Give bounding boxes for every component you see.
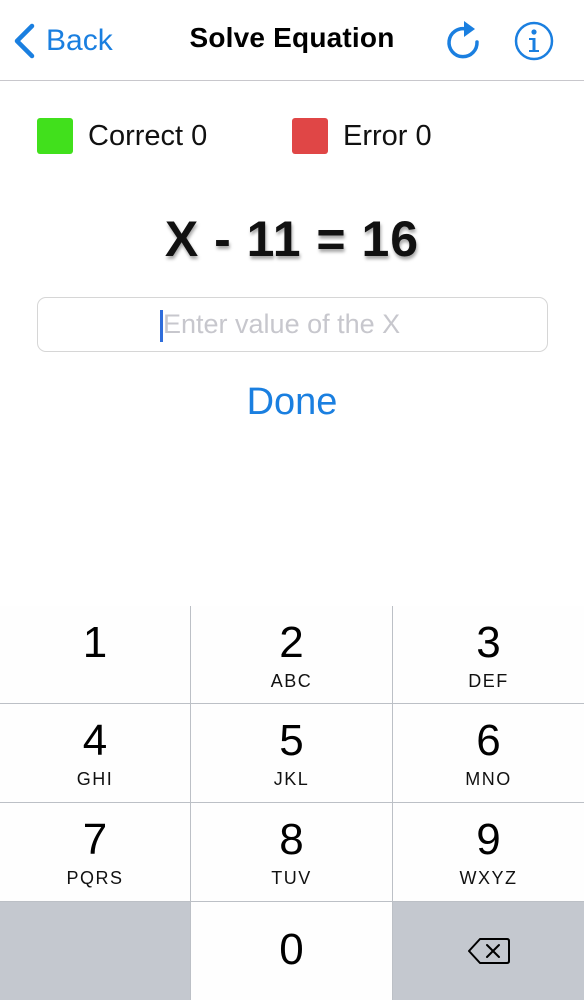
score-legend: Correct 0 Error 0 [0, 116, 584, 156]
key-letters: GHI [76, 769, 114, 789]
key-5[interactable]: 5 JKL [191, 704, 392, 802]
backspace-icon [467, 938, 510, 964]
text-cursor [160, 310, 163, 342]
error-count: Error 0 [343, 120, 432, 152]
key-7[interactable]: 7 PQRS [0, 803, 190, 901]
correct-count: Correct 0 [88, 120, 208, 152]
key-letters: JKL [273, 769, 310, 789]
error-swatch [292, 118, 328, 154]
done-button[interactable]: Done [0, 381, 584, 424]
key-blank [0, 902, 190, 1000]
equation-text: X - 11 = 16 [164, 211, 420, 267]
key-digit: 2 [279, 618, 304, 667]
key-9[interactable]: 9 WXYZ [393, 803, 584, 901]
key-letters: MNO [465, 769, 512, 789]
page-title: Solve Equation [189, 22, 395, 53]
key-letters: TUV [271, 868, 312, 888]
answer-field[interactable] [37, 297, 548, 352]
key-0[interactable]: 0 [191, 902, 392, 1000]
refresh-icon[interactable] [444, 17, 484, 61]
key-6[interactable]: 6 MNO [393, 704, 584, 802]
key-4[interactable]: 4 GHI [0, 704, 190, 802]
key-2[interactable]: 2 ABC [191, 606, 392, 703]
delete-key[interactable] [393, 902, 584, 1000]
answer-input[interactable] [38, 298, 547, 351]
key-digit: 6 [476, 716, 501, 765]
key-digit: 5 [279, 716, 304, 765]
key-letters: WXYZ [459, 868, 518, 888]
key-3[interactable]: 3 DEF [393, 606, 584, 703]
key-digit: 8 [279, 815, 304, 864]
numeric-keypad: 1 2 ABC 3 DEF 4 GHI 5 JKL 6 MNO 7 PQRS 8… [0, 606, 584, 1000]
key-digit: 1 [82, 618, 108, 667]
key-letters: PQRS [66, 868, 124, 888]
key-digit: 9 [476, 815, 501, 864]
key-letters: DEF [468, 671, 509, 691]
key-letters: ABC [270, 671, 313, 691]
navigation-bar: Back Solve Equation [0, 0, 584, 81]
key-8[interactable]: 8 TUV [191, 803, 392, 901]
key-digit: 4 [82, 716, 108, 765]
correct-swatch [37, 118, 73, 154]
key-digit: 0 [279, 925, 304, 974]
key-digit: 3 [476, 618, 501, 667]
key-digit: 7 [82, 815, 108, 864]
info-icon[interactable] [514, 21, 554, 61]
key-1[interactable]: 1 [0, 606, 190, 703]
